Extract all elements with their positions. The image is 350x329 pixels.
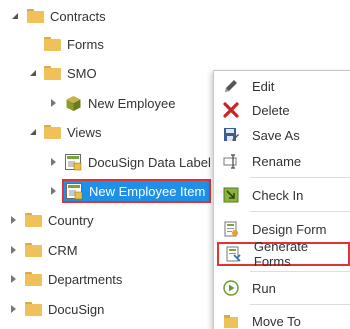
expand-arrow-icon[interactable] bbox=[8, 274, 18, 284]
collapse-arrow-icon[interactable] bbox=[10, 11, 20, 21]
tree-item-label: SMO bbox=[67, 65, 97, 81]
tree-item-label: Forms bbox=[67, 36, 104, 52]
expand-arrow-icon[interactable] bbox=[8, 215, 18, 225]
menu-item-generate-forms[interactable]: Generate Forms bbox=[217, 239, 350, 269]
menu-item-check-in[interactable]: Check In bbox=[214, 183, 350, 207]
folder-icon bbox=[25, 213, 42, 227]
menu-separator bbox=[250, 211, 350, 212]
rename-icon bbox=[222, 152, 240, 170]
folder-icon bbox=[44, 66, 61, 80]
tree-item-label: New Employee Item bbox=[89, 183, 206, 199]
tree-row-new-employee-item[interactable]: New Employee Item bbox=[48, 179, 212, 203]
tree-row-departments[interactable]: Departments bbox=[8, 268, 122, 290]
expand-arrow-icon[interactable] bbox=[48, 157, 58, 167]
menu-item-label: Edit bbox=[252, 78, 275, 94]
menu-item-label: Rename bbox=[252, 153, 302, 169]
tree-row-crm[interactable]: CRM bbox=[8, 239, 78, 261]
collapse-arrow-icon[interactable] bbox=[28, 127, 38, 137]
menu-item-edit[interactable]: Edit bbox=[214, 74, 350, 98]
tree-row-views[interactable]: Views bbox=[28, 121, 101, 143]
menu-item-design-form[interactable]: Design Form bbox=[214, 217, 350, 241]
menu-item-save-as[interactable]: Save As bbox=[214, 123, 350, 147]
tree-item-label: Views bbox=[67, 124, 102, 140]
tree-item-label: DocuSign bbox=[48, 301, 105, 317]
menu-item-move-to[interactable]: Move To bbox=[214, 309, 350, 329]
pencil-icon bbox=[222, 77, 240, 95]
generate-forms-icon bbox=[224, 245, 242, 263]
check-in-icon bbox=[222, 186, 240, 204]
tree-row-forms[interactable]: Forms bbox=[44, 33, 104, 55]
menu-item-label: Delete bbox=[252, 102, 290, 118]
tree-row-country[interactable]: Country bbox=[8, 209, 94, 231]
folder-icon bbox=[25, 272, 42, 286]
menu-separator bbox=[250, 304, 350, 305]
tree-item-label: New Employee bbox=[88, 95, 176, 111]
menu-item-label: Move To bbox=[252, 313, 301, 329]
selected-tree-item[interactable]: New Employee Item bbox=[62, 179, 212, 203]
expand-arrow-icon[interactable] bbox=[8, 304, 18, 314]
expand-arrow-icon[interactable] bbox=[48, 186, 58, 196]
view-icon bbox=[65, 153, 82, 171]
menu-item-label: Design Form bbox=[252, 221, 327, 237]
red-x-icon bbox=[222, 101, 240, 119]
run-icon bbox=[222, 279, 240, 297]
menu-item-label: Check In bbox=[252, 187, 304, 203]
tree-item-label: DocuSign Data Label bbox=[88, 154, 211, 170]
collapse-arrow-icon[interactable] bbox=[28, 68, 38, 78]
tree-item-label: Contracts bbox=[50, 8, 106, 24]
folder-icon bbox=[44, 125, 61, 139]
tree-row-new-employee[interactable]: New Employee bbox=[48, 92, 175, 114]
tree-item-label: Country bbox=[48, 212, 94, 228]
menu-item-rename[interactable]: Rename bbox=[214, 149, 350, 173]
design-form-icon bbox=[222, 220, 240, 238]
tree-row-contracts[interactable]: Contracts bbox=[10, 5, 106, 27]
context-menu: Edit Delete Save As Rename Check In Desi… bbox=[213, 70, 350, 329]
tree-row-docusign-data-label[interactable]: DocuSign Data Label bbox=[48, 151, 211, 173]
expand-arrow-icon[interactable] bbox=[8, 245, 18, 255]
menu-item-label: Run bbox=[252, 280, 276, 296]
folder-icon bbox=[27, 9, 44, 23]
tree-item-label: CRM bbox=[48, 242, 78, 258]
tree-row-docusign[interactable]: DocuSign bbox=[8, 298, 104, 320]
menu-item-run[interactable]: Run bbox=[214, 276, 350, 300]
move-to-icon bbox=[222, 312, 240, 329]
folder-icon bbox=[25, 302, 42, 316]
menu-item-delete[interactable]: Delete bbox=[214, 98, 350, 122]
folder-icon bbox=[25, 243, 42, 257]
menu-separator bbox=[250, 177, 350, 178]
tree-row-smo[interactable]: SMO bbox=[28, 62, 97, 84]
smartobject-cube-icon bbox=[65, 95, 82, 112]
folder-icon bbox=[44, 37, 61, 51]
menu-item-label: Generate Forms bbox=[253, 239, 309, 269]
tree-item-label: Departments bbox=[48, 271, 123, 287]
save-as-icon bbox=[222, 126, 240, 144]
expand-arrow-icon[interactable] bbox=[48, 98, 58, 108]
menu-item-label: Save As bbox=[252, 127, 300, 143]
view-icon bbox=[66, 182, 83, 200]
menu-separator bbox=[250, 271, 350, 272]
